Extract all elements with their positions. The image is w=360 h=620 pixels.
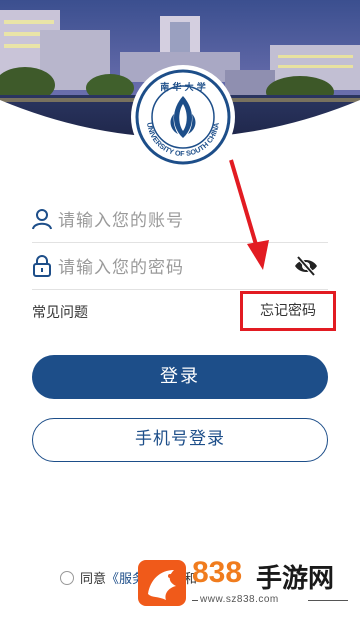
watermark-logo: 838 手游网 www.sz838.com <box>138 556 360 610</box>
watermark-url: www.sz838.com <box>200 594 279 605</box>
user-icon <box>32 208 52 230</box>
account-input[interactable]: 请输入您的账号 <box>58 206 184 231</box>
login-button[interactable]: 登录 <box>32 355 328 399</box>
watermark-number: 838 <box>192 556 243 589</box>
phone-login-button[interactable]: 手机号登录 <box>32 418 328 462</box>
password-input[interactable]: 请输入您的密码 <box>58 253 184 278</box>
lock-icon <box>32 255 52 277</box>
watermark-badge-icon <box>138 560 186 606</box>
account-field[interactable]: 请输入您的账号 <box>32 196 328 243</box>
svg-text:南 华 大 学: 南 华 大 学 <box>160 81 205 93</box>
faq-link[interactable]: 常见问题 <box>32 302 88 322</box>
eye-hidden-icon[interactable] <box>294 255 318 277</box>
university-logo: UNIVERSITY OF SOUTH CHINA 南 华 大 学 <box>134 68 232 166</box>
watermark-divider <box>192 600 198 601</box>
agree-prefix: 同意 <box>80 572 107 587</box>
agree-radio[interactable] <box>60 571 74 585</box>
annotation-arrow <box>225 156 275 274</box>
forgot-password-link[interactable]: 忘记密码 <box>240 291 336 331</box>
password-field[interactable]: 请输入您的密码 <box>32 243 328 290</box>
watermark-brand: 手游网 <box>256 564 335 594</box>
watermark-divider <box>308 600 348 601</box>
